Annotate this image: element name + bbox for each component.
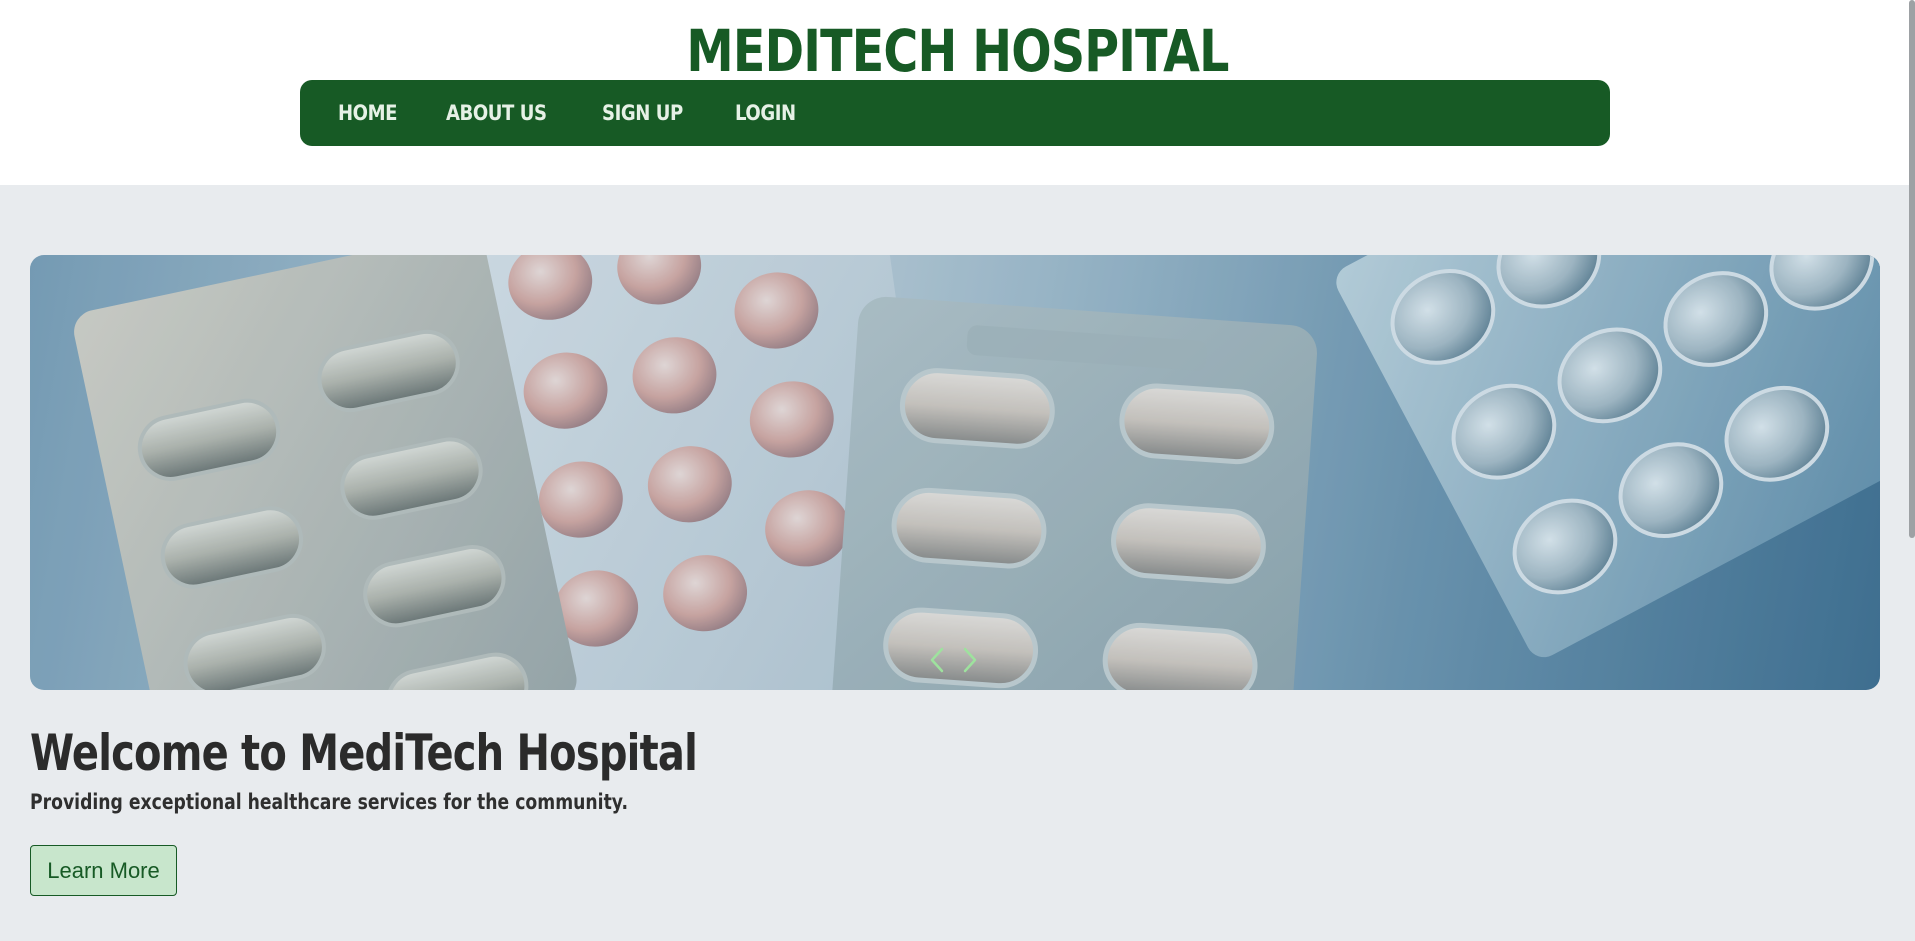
site-title: MEDITECH HOSPITAL <box>686 17 1229 85</box>
scrollbar-thumb[interactable] <box>1909 0 1915 538</box>
main-navbar: HOME ABOUT US SIGN UP LOGIN <box>300 80 1610 146</box>
header: MEDITECH HOSPITAL HOME ABOUT US SIGN UP … <box>0 0 1915 185</box>
carousel-next-button[interactable] <box>960 645 980 675</box>
nav-about-us[interactable]: ABOUT US <box>446 101 547 125</box>
nav-home[interactable]: HOME <box>338 101 397 125</box>
chevron-right-icon <box>963 647 977 673</box>
hero-carousel <box>30 255 1880 690</box>
nav-login[interactable]: LOGIN <box>735 101 796 125</box>
carousel-prev-button[interactable] <box>927 645 947 675</box>
welcome-heading: Welcome to MediTech Hospital <box>30 724 698 782</box>
nav-sign-up[interactable]: SIGN UP <box>602 101 683 125</box>
welcome-tagline: Providing exceptional healthcare service… <box>30 790 628 814</box>
learn-more-button[interactable]: Learn More <box>30 845 177 896</box>
hero-image <box>30 255 1880 690</box>
chevron-left-icon <box>930 647 944 673</box>
